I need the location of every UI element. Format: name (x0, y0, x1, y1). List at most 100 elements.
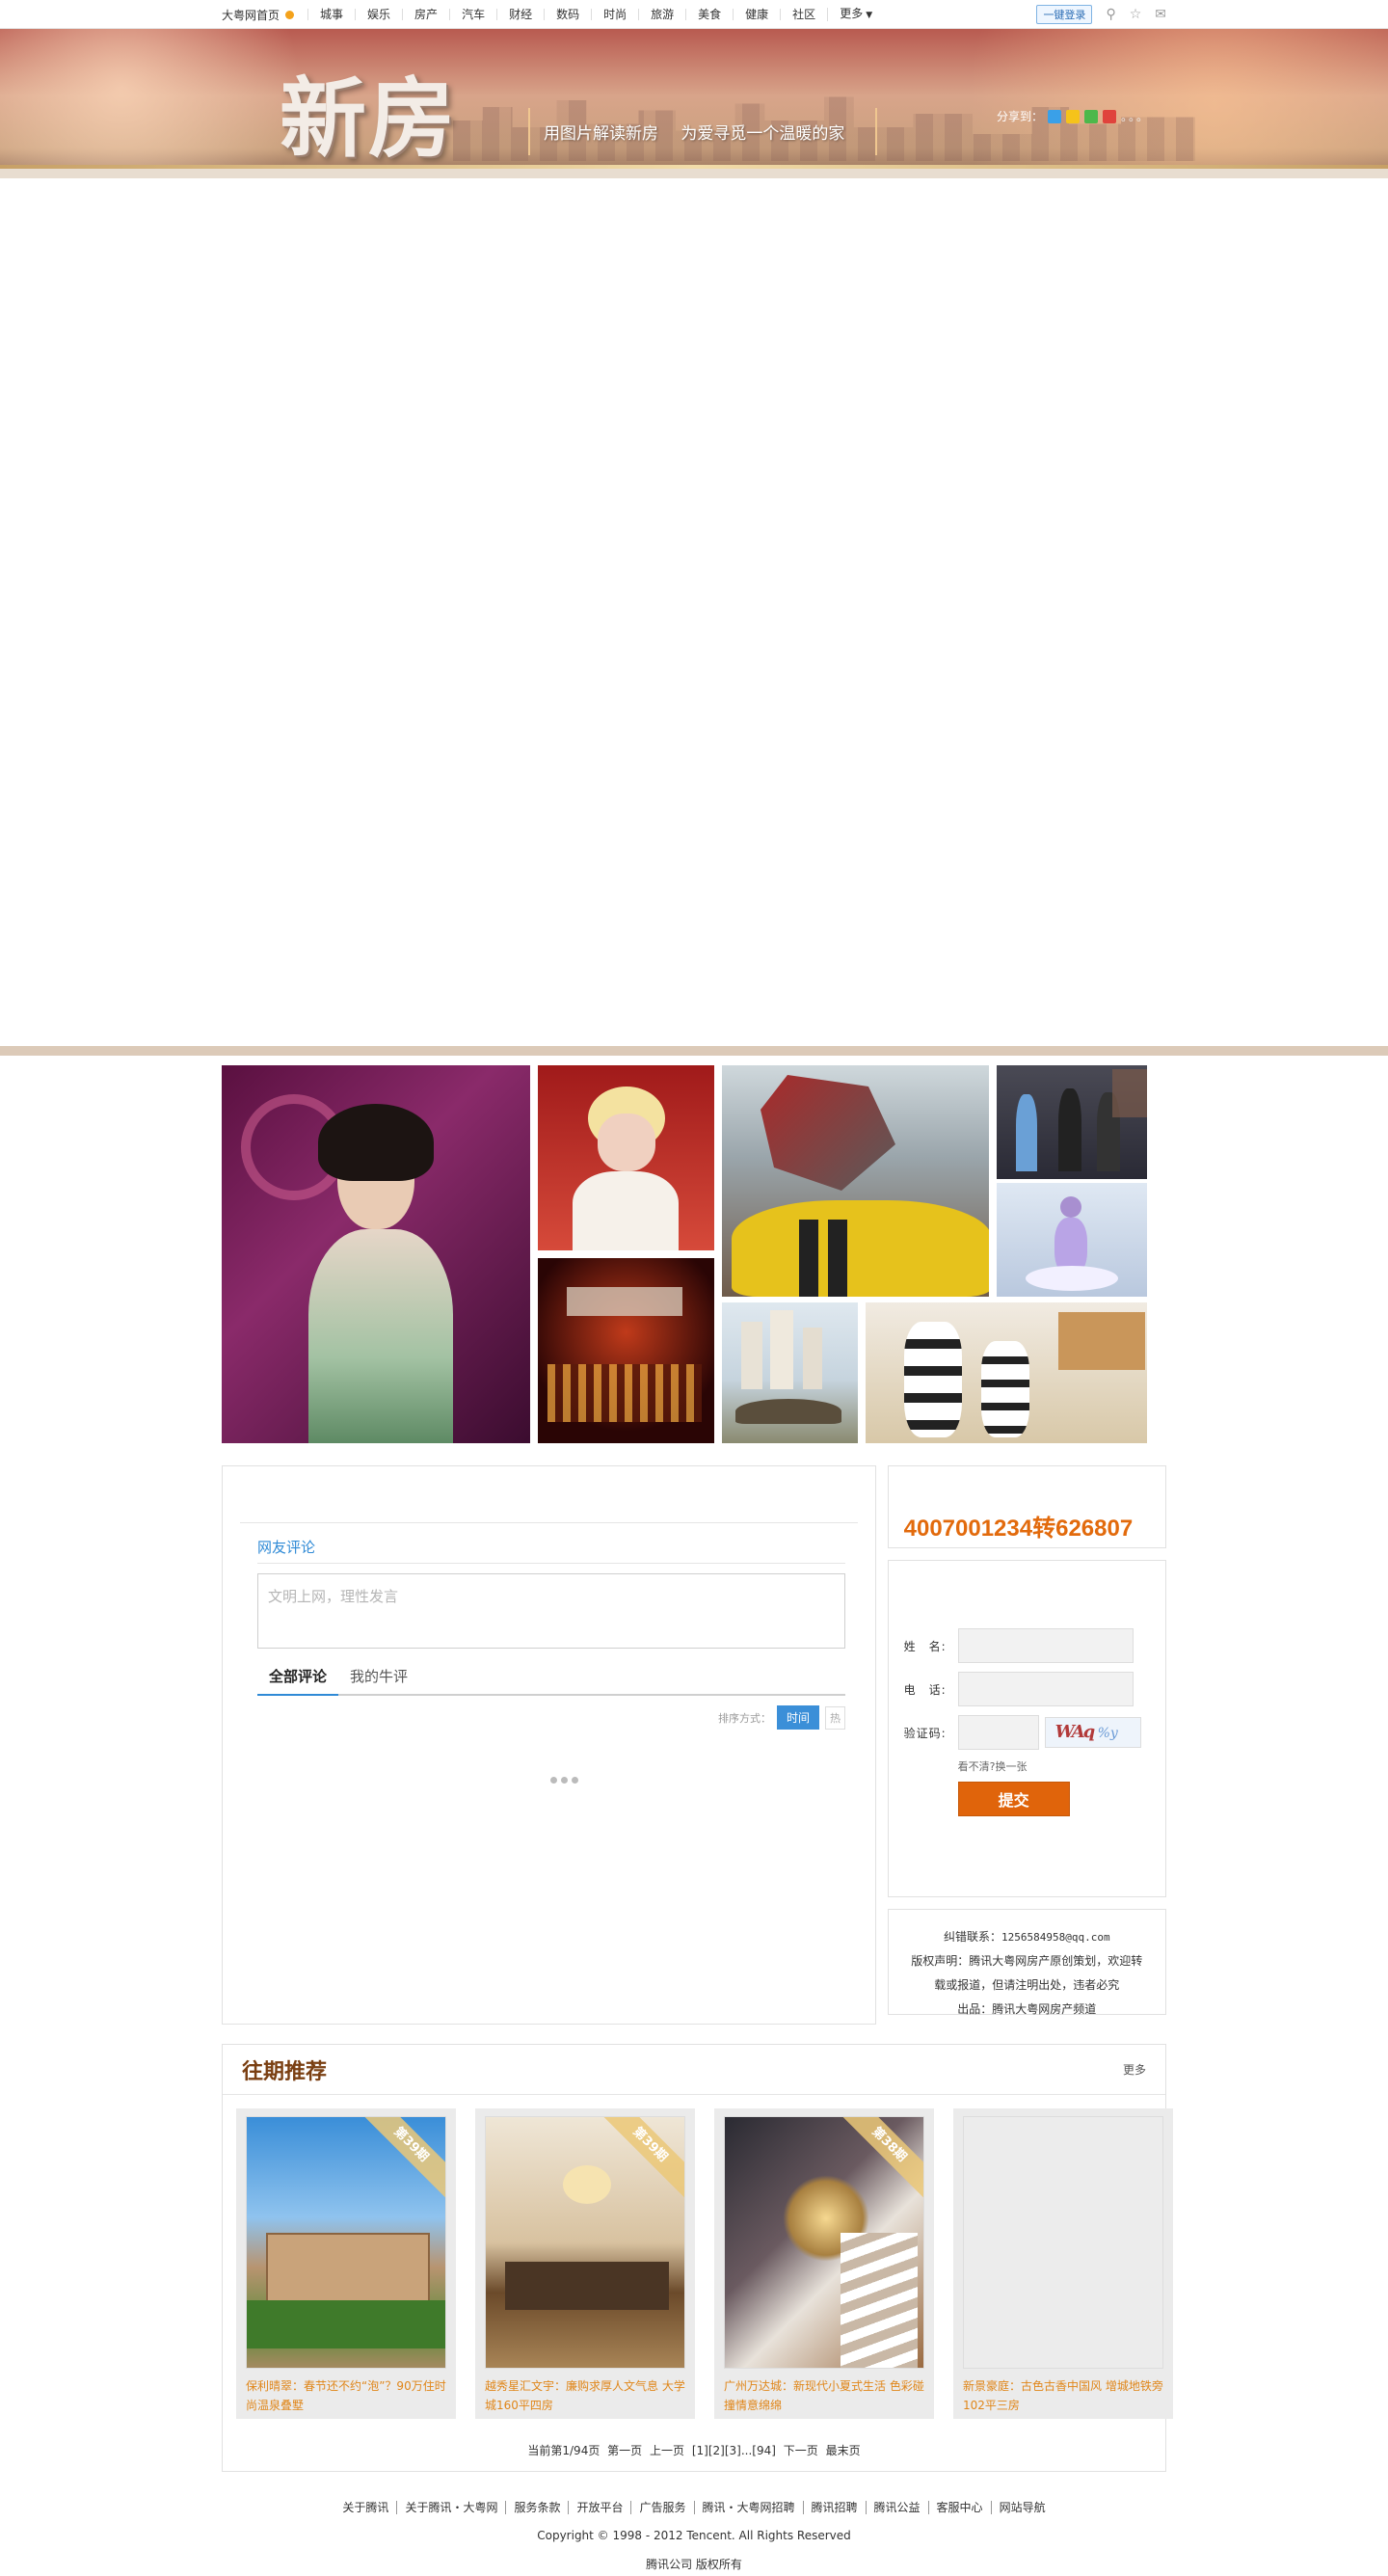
footer-link[interactable]: 关于腾讯 (334, 2501, 396, 2514)
footer-rights: 腾讯公司 版权所有 (646, 2558, 742, 2571)
footer-link[interactable]: 腾讯招聘 (802, 2501, 866, 2514)
photo-wax-figure-marilyn[interactable] (538, 1065, 714, 1250)
past-card[interactable]: 新景豪庭：古色古香中国风 增城地铁旁102平三房 (953, 2108, 1173, 2419)
pager-first[interactable]: 第一页 (607, 2444, 642, 2457)
nav-home-link[interactable]: 大粤网首页 (222, 7, 280, 23)
search-icon[interactable]: ⚲ (1106, 7, 1115, 22)
more-share-dots[interactable]: 。。。 (1121, 108, 1150, 124)
past-card-caption[interactable]: 保利晴翠：春节还不约“泡”？90万住时尚温泉叠墅 (246, 2376, 446, 2415)
footer-link[interactable]: 网站导航 (990, 2501, 1054, 2514)
loading-dots-icon (550, 1777, 578, 1784)
past-card[interactable]: 第39期 越秀星汇文宇：廉购求厚人文气息 大学城160平四房 (475, 2108, 695, 2419)
phone-row: 电 话: (904, 1672, 1165, 1706)
home-dot-icon (285, 10, 295, 19)
past-card-ribbon: 第39期 (354, 2117, 445, 2202)
name-label: 姓 名: (903, 1639, 947, 1653)
nav-item-more[interactable]: 更多 ▼ (827, 8, 884, 21)
past-more-link[interactable]: 更多 (1123, 2061, 1146, 2078)
phone-input[interactable] (957, 1672, 1134, 1706)
pager-pages[interactable]: [1][2][3]...[94] (692, 2444, 776, 2457)
footer-link[interactable]: 腾讯公益 (865, 2501, 928, 2514)
hotline-box: 4007001234转626807 (887, 1465, 1166, 1548)
photo-dinosaur-city[interactable] (722, 1302, 858, 1443)
captcha-label: 验证码: (903, 1726, 947, 1740)
comment-panel: 网友评论 文明上网，理性发言 全部评论 我的牛评 排序方式： 时间 热 (222, 1465, 876, 2025)
info-box: 纠错联系：1256584958@qq.com 版权声明：腾讯大粤网房产原创策划，… (887, 1909, 1166, 2016)
footer-link[interactable]: 腾讯・大粤网招聘 (693, 2501, 803, 2514)
past-card-image[interactable]: 第38期 (724, 2116, 924, 2369)
past-card[interactable]: 第39期 保利晴翠：春节还不约“泡”？90万住时尚温泉叠墅 (236, 2108, 456, 2419)
content-row: 网友评论 文明上网，理性发言 全部评论 我的牛评 排序方式： 时间 热 4007… (222, 1465, 1166, 2025)
photo-robot-showroom[interactable] (866, 1302, 1147, 1443)
banner-slogan: 用图片解读新房 为爱寻觅一个温暖的家 (528, 108, 878, 155)
contact-email: 1256584958@qq.com (1001, 1931, 1110, 1944)
photo-stage-people[interactable] (997, 1065, 1147, 1179)
pagination: 当前第1/94页 第一页 上一页 [1][2][3]...[94] 下一页 最末… (223, 2442, 1165, 2458)
footer-link[interactable]: 客服中心 (927, 2501, 991, 2514)
comment-separator (240, 1522, 858, 1523)
photo-ballet-dancer[interactable] (997, 1183, 1147, 1297)
past-card-caption[interactable]: 广州万达城：新现代小夏式生活 色彩碰撞情意绵绵 (724, 2376, 924, 2415)
photo-transformers-car[interactable] (722, 1065, 989, 1297)
footer-link[interactable]: 关于腾讯・大粤网 (396, 2501, 506, 2514)
channel-banner: 新房 用图片解读新房 为爱寻觅一个温暖的家 分享到： 。。。 (0, 29, 1388, 178)
star-icon[interactable]: ☆ (1130, 7, 1142, 22)
pager-next[interactable]: 下一页 (784, 2444, 818, 2457)
sort-hot-button[interactable]: 热 (825, 1705, 845, 1730)
blank-content-area (0, 178, 1388, 1046)
captcha-image[interactable]: WAq %y (1044, 1717, 1141, 1748)
nav-item-health[interactable]: 健康 (733, 9, 780, 20)
comment-input[interactable]: 文明上网，理性发言 (257, 1573, 845, 1649)
nav-item-community[interactable]: 社区 (780, 9, 827, 20)
footer-copyright: Copyright © 1998 - 2012 Tencent. All Rig… (537, 2529, 851, 2542)
past-card-image[interactable]: 第39期 (485, 2116, 685, 2369)
weibo-share-icon[interactable] (1103, 109, 1117, 123)
name-input[interactable] (957, 1628, 1134, 1663)
nav-item-fashion[interactable]: 时尚 (591, 9, 638, 20)
nav-item-ent[interactable]: 娱乐 (355, 9, 402, 20)
sort-time-button[interactable]: 时间 (776, 1705, 819, 1730)
nav-item-finance[interactable]: 财经 (496, 9, 544, 20)
past-header: 往期推荐 更多 (223, 2045, 1165, 2095)
nav-item-travel[interactable]: 旅游 (638, 9, 685, 20)
pengyou-share-icon[interactable] (1084, 109, 1099, 123)
nav-item-digital[interactable]: 数码 (544, 9, 591, 20)
past-card-caption[interactable]: 越秀星汇文宇：廉购求厚人文气息 大学城160平四房 (485, 2376, 685, 2415)
quick-login-button[interactable]: 一键登录 (1036, 5, 1093, 24)
nav-item-city[interactable]: 城事 (307, 9, 355, 20)
pager-last[interactable]: 最末页 (826, 2444, 861, 2457)
past-card-image[interactable] (963, 2116, 1163, 2369)
nav-item-auto[interactable]: 汽车 (449, 9, 496, 20)
captcha-text-2: %y (1097, 1726, 1118, 1741)
nav-more-label: 更多 (840, 7, 864, 20)
mail-icon[interactable]: ✉ (1155, 7, 1166, 22)
past-card-caption[interactable]: 新景豪庭：古色古香中国风 增城地铁旁102平三房 (963, 2376, 1163, 2415)
qq-share-icon[interactable] (1066, 109, 1081, 123)
banner-bottom-line (0, 169, 1388, 178)
nav-item-house[interactable]: 房产 (402, 9, 449, 20)
qzone-share-icon[interactable] (1048, 109, 1062, 123)
top-navigation-bar: 大粤网首页 城事 娱乐 房产 汽车 财经 数码 时尚 旅游 美食 健康 社区 更… (0, 0, 1388, 29)
tab-all-comments[interactable]: 全部评论 (257, 1666, 339, 1696)
photo-red-show[interactable] (538, 1258, 714, 1443)
footer-link[interactable]: 广告服务 (630, 2501, 694, 2514)
sort-row: 排序方式： 时间 热 (257, 1705, 845, 1730)
nav-item-food[interactable]: 美食 (685, 9, 733, 20)
divider-bar (0, 1046, 1388, 1056)
past-card[interactable]: 第38期 广州万达城：新现代小夏式生活 色彩碰撞情意绵绵 (714, 2108, 934, 2419)
footer-link[interactable]: 服务条款 (505, 2501, 569, 2514)
pager-current: 当前第1/94页 (527, 2444, 601, 2457)
past-card-image[interactable]: 第39期 (246, 2116, 446, 2369)
captcha-input[interactable] (957, 1715, 1039, 1750)
footer-link[interactable]: 开放平台 (568, 2501, 631, 2514)
submit-button[interactable]: 提交 (957, 1782, 1070, 1816)
hotline-number: 4007001234转626807 (903, 1516, 1134, 1542)
slogan-line-1: 用图片解读新房 (544, 124, 658, 144)
comment-title: 网友评论 (257, 1537, 845, 1564)
pager-prev[interactable]: 上一页 (650, 2444, 684, 2457)
photo-wax-figure-qipao[interactable] (222, 1065, 530, 1443)
past-recommendations: 往期推荐 更多 第39期 保利晴翠：春节还不约“泡”？90万住时尚温泉叠墅 第3… (222, 2044, 1173, 2472)
tab-my-comments[interactable]: 我的牛评 (338, 1666, 419, 1694)
producer-line: 出品：腾讯大粤网房产频道 (957, 2002, 1097, 2016)
refresh-captcha-link[interactable]: 看不清?换一张 (958, 1758, 1165, 1774)
